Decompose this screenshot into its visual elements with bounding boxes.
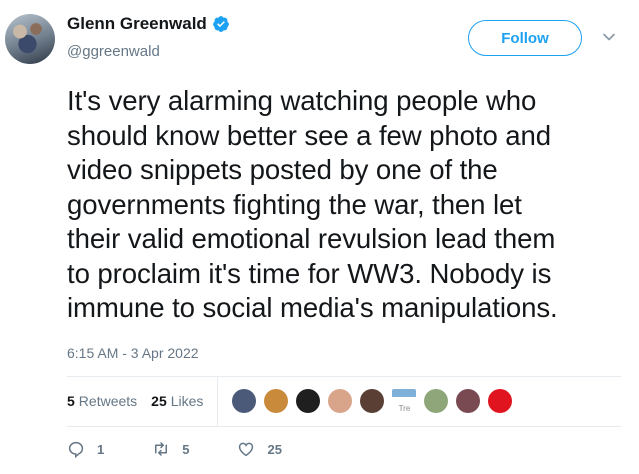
stats-separator: [217, 376, 219, 426]
tweet-timestamp[interactable]: 6:15 AM - 3 Apr 2022: [67, 345, 199, 361]
chevron-down-icon[interactable]: [602, 30, 616, 44]
like-button[interactable]: 25: [237, 440, 282, 458]
liker-avatar[interactable]: [360, 389, 385, 413]
liker-avatar[interactable]: [264, 389, 289, 413]
like-count: 25: [267, 441, 282, 457]
tweet-line: governments fighting the war, then let: [67, 188, 522, 220]
verified-badge-icon: [212, 16, 229, 32]
author-avatar[interactable]: [5, 14, 55, 64]
retweet-count: 5: [182, 441, 190, 457]
liker-avatars: Tre: [232, 389, 520, 413]
liker-avatar[interactable]: [232, 389, 257, 413]
retweet-icon: [155, 442, 168, 456]
tweet-line: to proclaim it's time for WW3. Nobody is: [67, 257, 552, 289]
reply-button[interactable]: 1: [67, 440, 104, 458]
retweet-button[interactable]: 5: [152, 440, 189, 458]
heart-icon: [239, 442, 254, 457]
liker-avatar[interactable]: [424, 389, 449, 413]
follow-button[interactable]: Follow: [468, 20, 582, 56]
liker-avatar[interactable]: [456, 389, 481, 413]
author-display-name[interactable]: Glenn Greenwald: [67, 14, 207, 34]
likes-label: Likes: [170, 393, 204, 409]
author-handle[interactable]: @ggreenwald: [67, 43, 160, 60]
tweet-line: should know better see a few photo and: [67, 119, 552, 151]
divider: [67, 426, 621, 427]
reply-count: 1: [97, 441, 105, 457]
tweet-actions: 1 5 25: [67, 440, 330, 458]
reply-icon: [68, 441, 84, 458]
liker-avatar[interactable]: [488, 389, 513, 413]
author-name-row: Glenn Greenwald: [67, 14, 230, 34]
liker-avatar[interactable]: [296, 389, 321, 413]
retweets-count: 5: [67, 393, 75, 409]
tweet-header: Glenn Greenwald @ggreenwald Follow: [0, 0, 639, 72]
tweet-line: their valid emotional revulsion lead the…: [67, 223, 556, 254]
tweet-line: immune to social media's manipulations.: [67, 292, 558, 323]
likes-count: 25: [151, 393, 167, 409]
tweet-line: It's very alarming watching people who: [67, 85, 537, 116]
tweet-line: video snippets posted by one of the: [67, 154, 498, 185]
engagement-stats: 5 Retweets 25 Likes Tre: [67, 376, 621, 426]
retweets-label: Retweets: [78, 393, 138, 409]
liker-avatar[interactable]: Tre: [392, 389, 417, 413]
likes-stat[interactable]: 25 Likes: [151, 393, 203, 409]
liker-avatar[interactable]: [328, 389, 353, 413]
tweet-body: It's very alarming watching people who s…: [67, 84, 627, 326]
retweets-stat[interactable]: 5 Retweets: [67, 393, 137, 409]
